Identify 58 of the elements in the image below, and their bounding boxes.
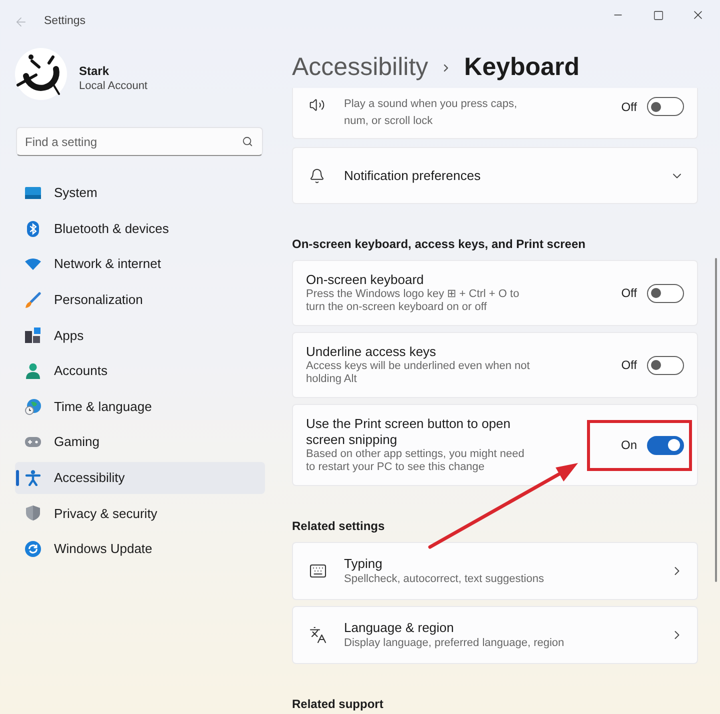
account-type: Local Account <box>79 78 148 94</box>
nav-item[interactable]: System <box>15 177 265 209</box>
setting-title: Underline access keys <box>306 344 438 360</box>
setting-description: Access keys will be underlined even when not holding Alt <box>306 360 531 386</box>
nav-item[interactable]: Time & language <box>15 390 265 423</box>
settings-link-card[interactable]: Language & region Display language, preferred language, region <box>292 606 698 664</box>
toggle-state-label: Off <box>621 357 637 374</box>
selection-bar-icon <box>16 470 19 486</box>
shield-icon <box>25 505 41 522</box>
nav-item[interactable]: Network & internet <box>15 248 265 280</box>
accessibility-icon <box>25 470 41 486</box>
person-icon <box>25 362 41 379</box>
toggle-switch[interactable] <box>647 97 684 116</box>
breadcrumb-link[interactable]: Accessibility <box>292 49 428 87</box>
avatar <box>15 48 67 100</box>
language-icon <box>309 626 327 644</box>
monitor-icon <box>25 185 41 201</box>
speaker-icon <box>309 97 325 113</box>
setting-description: Press the Windows logo key ⊞ + Ctrl + O to turn the on-screen keyboard on or off <box>306 288 520 314</box>
toggle-state-label: On <box>620 437 637 454</box>
settings-link-card[interactable]: Typing Spellcheck, autocorrect, text suggestions <box>292 542 698 600</box>
account-name: Stark <box>79 64 110 78</box>
section-heading: On-screen keyboard, access keys, and Print screen <box>292 236 586 252</box>
setting-title: On-screen keyboard <box>306 272 425 288</box>
keyboard-icon <box>309 562 327 580</box>
nav-item[interactable]: Personalization <box>15 284 265 316</box>
bell-icon <box>309 168 325 184</box>
globe-clock-icon <box>25 398 41 415</box>
scrollbar-thumb[interactable] <box>715 258 717 582</box>
toggle-switch[interactable] <box>647 284 684 302</box>
toggle-switch[interactable] <box>647 436 684 454</box>
nav-item[interactable]: Accessibility <box>15 462 265 494</box>
nav-item[interactable]: Gaming <box>15 426 265 458</box>
wifi-icon <box>25 256 41 272</box>
nav-item[interactable]: Bluetooth & devices <box>15 212 265 245</box>
toggle-state-label: Off <box>621 98 637 116</box>
nav-item[interactable]: Accounts <box>15 354 265 387</box>
search-field[interactable]: Find a setting <box>16 127 263 156</box>
sync-icon <box>25 540 41 557</box>
apps-grid-icon <box>25 327 41 344</box>
maximize-icon <box>652 10 664 20</box>
setting-description: Play a sound when you press caps, num, or scroll lock <box>344 97 518 129</box>
close-icon <box>691 8 705 22</box>
expander-card[interactable]: Notification preferences <box>292 147 698 204</box>
nav-item[interactable]: Apps <box>15 319 265 352</box>
section-heading: Related settings <box>292 518 386 534</box>
nav-item[interactable]: Windows Update <box>15 532 265 565</box>
search-icon <box>242 136 253 147</box>
toggle-state-label: Off <box>621 285 637 302</box>
toggle-switch[interactable] <box>647 356 684 374</box>
page-title: Keyboard <box>464 52 580 84</box>
nav-item[interactable]: Privacy & security <box>15 497 265 530</box>
setting-title: Use the Print screen button to open screen snipping <box>306 416 512 448</box>
window-title: Settings <box>44 14 86 30</box>
paintbrush-icon <box>25 292 41 308</box>
setting-description: Based on other app settings, you might need to restart your PC to see this change <box>306 448 526 474</box>
bluetooth-icon <box>25 220 41 237</box>
section-heading: Related support <box>292 696 384 712</box>
